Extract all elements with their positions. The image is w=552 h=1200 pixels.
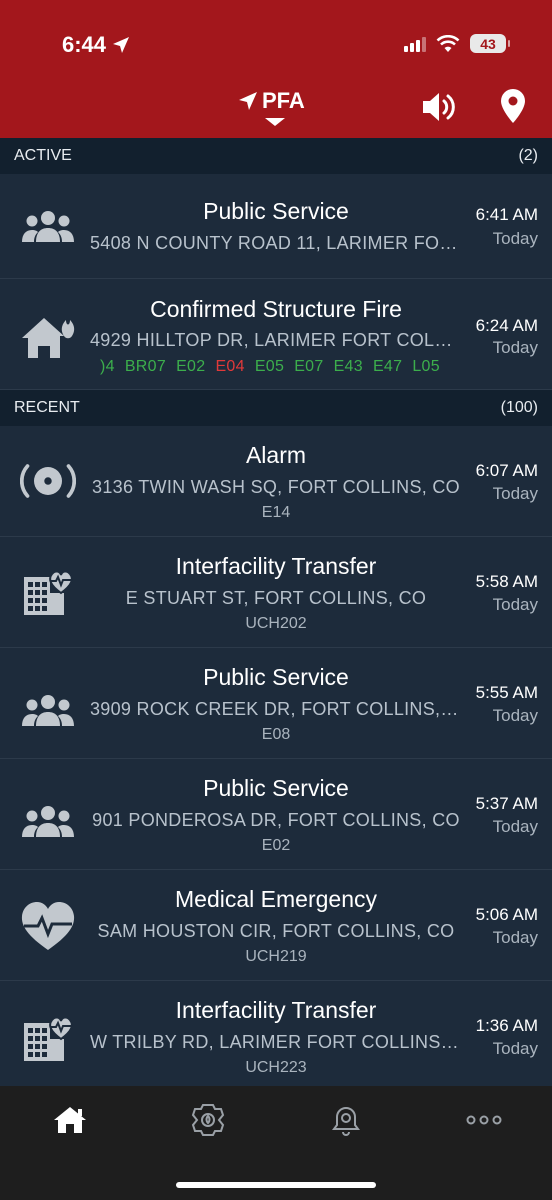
assigned-units: )4 BR07 E02 E04 E05 E07 E43 E47 L05 [100, 358, 452, 376]
unit-badge: E07 [294, 358, 324, 375]
incident-day: Today [492, 817, 538, 836]
people-group-icon [20, 793, 76, 849]
unit-badge: L05 [412, 358, 440, 375]
incident-day: Today [492, 484, 538, 503]
tab-more[interactable] [454, 1100, 514, 1140]
incident-unit: E08 [261, 726, 291, 743]
incident-address: E STUART ST, FORT COLLINS, CO [125, 588, 427, 608]
incident-row[interactable]: Public Service 3909 ROCK CREEK DR, FORT … [0, 648, 552, 759]
speaker-button[interactable] [420, 88, 458, 126]
people-group-icon [20, 198, 76, 254]
tab-fire-department[interactable] [178, 1100, 238, 1140]
incident-unit: E02 [261, 837, 291, 854]
incident-address: 901 PONDEROSA DR, FORT COLLINS, CO [92, 810, 460, 830]
cellular-signal-icon [404, 36, 426, 52]
heart-pulse-icon [20, 898, 76, 954]
battery-level: 43 [480, 35, 496, 52]
agency-selector[interactable]: PFA [238, 88, 305, 114]
unit-badge: )4 [100, 358, 115, 375]
incident-time: 6:24 AM [475, 316, 538, 335]
unit-badge: BR07 [124, 358, 167, 375]
incident-address: W TRILBY RD, LARIMER FORT COLLINS, CO [90, 1032, 462, 1052]
active-section-count: (2) [518, 147, 538, 164]
incident-row[interactable]: Medical Emergency SAM HOUSTON CIR, FORT … [0, 870, 552, 981]
status-time-text: 6:44 [62, 32, 107, 57]
fire-department-icon [191, 1104, 225, 1136]
map-location-button[interactable] [500, 88, 526, 126]
house-fire-icon [20, 308, 76, 364]
incident-title: Public Service [203, 775, 349, 801]
incident-title: Medical Emergency [175, 886, 377, 912]
tab-alert-settings[interactable] [316, 1100, 376, 1140]
caret-down-icon[interactable] [265, 118, 285, 126]
alarm-icon [20, 453, 76, 509]
incident-title: Interfacility Transfer [175, 997, 377, 1023]
recent-section-label: RECENT [14, 399, 80, 416]
navigation-arrow-icon [239, 92, 257, 110]
incident-row[interactable]: Confirmed Structure Fire 4929 HILLTOP DR… [0, 280, 552, 390]
incident-address: 4929 HILLTOP DR, LARIMER FORT COLLINS, C… [90, 330, 462, 350]
home-indicator[interactable] [176, 1182, 376, 1188]
tab-home[interactable] [40, 1100, 100, 1140]
app-header: 6:44 43 PFA [0, 0, 552, 138]
unit-badge: E02 [176, 358, 206, 375]
unit-badge: E43 [333, 358, 363, 375]
incident-address: SAM HOUSTON CIR, FORT COLLINS, CO [97, 921, 455, 941]
incident-title: Public Service [203, 664, 349, 690]
status-time: 6:44 [62, 32, 130, 58]
map-pin-icon [501, 89, 525, 123]
recent-section-count: (100) [500, 399, 538, 416]
incident-address: 5408 N COUNTY ROAD 11, LARIMER FORT COLL… [90, 233, 462, 253]
incident-day: Today [492, 1039, 538, 1058]
active-section-label: ACTIVE [14, 147, 72, 164]
incident-unit: UCH223 [245, 1059, 307, 1076]
incident-day: Today [492, 928, 538, 947]
more-icon [466, 1115, 502, 1125]
incident-day: Today [492, 595, 538, 614]
incident-address: 3136 TWIN WASH SQ, FORT COLLINS, CO [92, 477, 460, 497]
people-group-icon [20, 682, 76, 738]
incident-unit: E14 [261, 504, 291, 521]
incident-time: 5:58 AM [475, 572, 538, 591]
agency-label: PFA [262, 88, 305, 113]
speaker-icon [423, 93, 455, 121]
incident-time: 5:37 AM [475, 794, 538, 813]
hospital-heart-icon [20, 563, 76, 619]
incident-row[interactable]: Alarm 3136 TWIN WASH SQ, FORT COLLINS, C… [0, 426, 552, 537]
incident-row[interactable]: Public Service 5408 N COUNTY ROAD 11, LA… [0, 174, 552, 279]
incident-unit: UCH219 [245, 948, 307, 965]
incident-row[interactable]: Public Service 901 PONDEROSA DR, FORT CO… [0, 759, 552, 870]
wifi-icon [436, 34, 460, 52]
incident-time: 1:36 AM [475, 1016, 538, 1035]
home-icon [54, 1107, 86, 1133]
incident-time: 5:06 AM [475, 905, 538, 924]
incident-unit: UCH202 [245, 615, 307, 632]
incident-row[interactable]: Interfacility Transfer W TRILBY RD, LARI… [0, 981, 552, 1086]
incident-title: Interfacility Transfer [175, 553, 377, 579]
active-section-header: ACTIVE (2) [0, 138, 552, 174]
incident-row[interactable]: Interfacility Transfer E STUART ST, FORT… [0, 537, 552, 648]
bell-gear-icon [332, 1106, 360, 1136]
location-arrow-icon [113, 37, 130, 53]
hospital-heart-icon [20, 1009, 76, 1065]
unit-badge: E05 [254, 358, 285, 375]
incident-address: 3909 ROCK CREEK DR, FORT COLLINS, CO [90, 699, 462, 719]
battery-icon: 43 [470, 34, 510, 53]
status-indicators: 43 [404, 34, 510, 53]
incident-title: Alarm [245, 442, 307, 468]
unit-badge: E47 [372, 358, 403, 375]
recent-section-header: RECENT (100) [0, 390, 552, 426]
incident-time: 6:07 AM [475, 461, 538, 480]
incident-day: Today [492, 229, 538, 248]
incident-time: 6:41 AM [475, 205, 538, 224]
unit-badge: E04 [215, 358, 245, 375]
incident-title: Public Service [203, 198, 349, 224]
incident-time: 5:55 AM [475, 683, 538, 702]
incident-title: Confirmed Structure Fire [150, 296, 402, 322]
incident-day: Today [492, 338, 538, 357]
incident-day: Today [492, 706, 538, 725]
